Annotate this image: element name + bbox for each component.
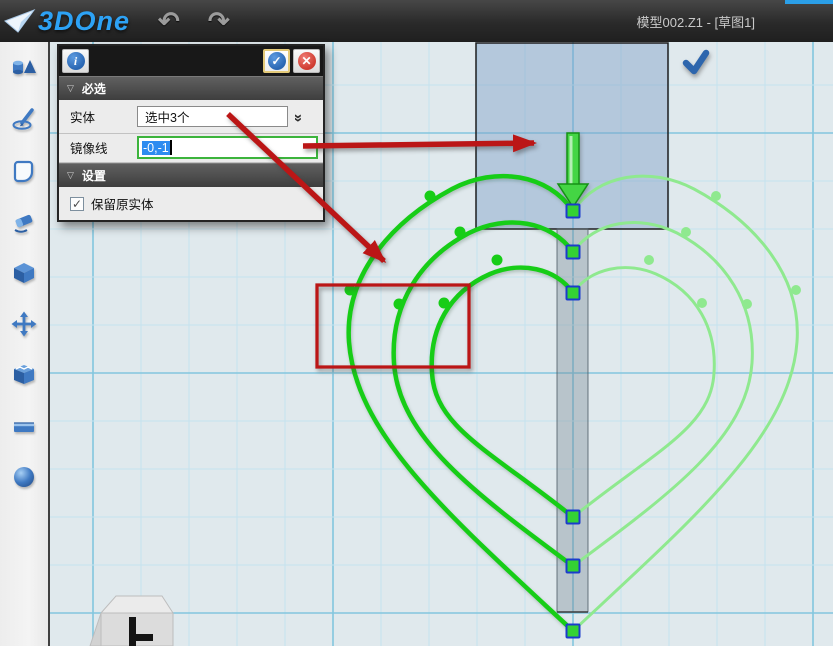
- settings-section-header[interactable]: ▽ 设置: [59, 163, 323, 187]
- mirror-line-input[interactable]: -0,-1: [137, 136, 318, 159]
- solid-primitives-icon: [11, 56, 37, 82]
- vertex-handle[interactable]: [567, 560, 580, 573]
- tray-box-icon: [11, 413, 37, 439]
- curve-point[interactable]: [455, 227, 466, 238]
- entity-label: 实体: [70, 107, 137, 126]
- entity-selection-field[interactable]: 选中3个: [137, 106, 288, 127]
- sidebar-item-feature[interactable]: [7, 258, 41, 288]
- mirror-preview-curves: [573, 176, 797, 631]
- curve-point[interactable]: [492, 255, 503, 266]
- entity-selection-value: 选中3个: [145, 107, 189, 126]
- chevron-double-down-icon[interactable]: »: [290, 113, 307, 118]
- curve-point-mirrored: [791, 285, 801, 295]
- sidebar-item-special-shape[interactable]: [7, 360, 41, 390]
- feature-cube-icon: [11, 260, 37, 286]
- mirror-dialog: i ✓ ✕ ▽ 必选 实体 选中3个 » 镜像线 -0,-1: [57, 44, 325, 222]
- mirror-line-value: -0,-1: [142, 141, 170, 155]
- sidebar-item-eraser[interactable]: [7, 207, 41, 237]
- mirror-line-label: 镜像线: [70, 138, 137, 157]
- curve-point[interactable]: [394, 299, 405, 310]
- special-shape-icon: [11, 362, 37, 388]
- sketch-plane-icon: [11, 158, 37, 184]
- curve-point-mirrored: [697, 298, 707, 308]
- curve-point[interactable]: [425, 191, 436, 202]
- viewcube-face-glyph: [129, 617, 136, 646]
- info-icon: i: [67, 52, 85, 70]
- logo-text: 3DOne: [38, 6, 130, 37]
- viewcube-face-glyph: [129, 634, 153, 641]
- sidebar-item-move[interactable]: [7, 309, 41, 339]
- view-cube-side-face: [90, 613, 101, 646]
- keep-original-label: 保留原实体: [91, 194, 154, 213]
- app-window: 3DOne ↶ ↷ 模型002.Z1 - [草图1]: [0, 0, 833, 646]
- canvas-confirm-check-icon[interactable]: [686, 53, 706, 71]
- vertex-handle[interactable]: [567, 287, 580, 300]
- keep-original-checkbox[interactable]: ✓: [70, 197, 84, 211]
- cancel-button[interactable]: ✕: [293, 49, 320, 73]
- vertex-handle[interactable]: [567, 625, 580, 638]
- selected-curves: [349, 176, 573, 631]
- view-cube-front-face: [101, 613, 173, 646]
- info-button[interactable]: i: [62, 49, 89, 73]
- curve-point[interactable]: [345, 285, 356, 296]
- collapse-triangle-icon: ▽: [67, 170, 74, 181]
- confirm-button[interactable]: ✓: [263, 49, 290, 73]
- curve-point[interactable]: [439, 298, 450, 309]
- curve-point-mirrored: [742, 299, 752, 309]
- sidebar-item-sketch[interactable]: [7, 105, 41, 135]
- collapse-triangle-icon: ▽: [67, 83, 74, 94]
- mirror-line-row: 镜像线 -0,-1: [59, 134, 323, 164]
- text-caret: [170, 140, 172, 155]
- tool-sidebar: [0, 42, 48, 646]
- vertex-handle[interactable]: [567, 205, 580, 218]
- close-icon: ✕: [298, 52, 316, 70]
- curve-point-mirrored: [681, 227, 691, 237]
- move-arrows-icon: [11, 311, 37, 337]
- curve-point-mirrored: [711, 191, 721, 201]
- titlebar: 3DOne ↶ ↷ 模型002.Z1 - [草图1]: [0, 0, 833, 42]
- heart-curve-mirrored: [573, 268, 714, 517]
- heart-curve-selected[interactable]: [432, 268, 573, 517]
- eraser-icon: [11, 209, 37, 235]
- settings-section-label: 设置: [82, 167, 106, 184]
- entity-row: 实体 选中3个 »: [59, 100, 323, 134]
- sidebar-item-render[interactable]: [7, 462, 41, 492]
- view-cube[interactable]: [90, 596, 173, 646]
- heart-curve-mirrored: [573, 176, 797, 631]
- required-section-label: 必选: [82, 80, 106, 97]
- paper-plane-icon: [4, 7, 36, 35]
- heart-curve-mirrored: [573, 222, 752, 566]
- keep-original-row: ✓ 保留原实体: [59, 187, 323, 220]
- undo-icon[interactable]: ↶: [158, 8, 180, 34]
- material-sphere-icon: [11, 464, 37, 490]
- sketch-pencil-icon: [11, 107, 37, 133]
- curve-point-mirrored: [644, 255, 654, 265]
- dialog-toolbar: i ✓ ✕: [59, 46, 323, 76]
- document-title: 模型002.Z1 - [草图1]: [637, 0, 755, 42]
- vertex-handle[interactable]: [567, 246, 580, 259]
- redo-icon[interactable]: ↷: [208, 8, 230, 34]
- sidebar-item-solids[interactable]: [7, 54, 41, 84]
- required-section-header[interactable]: ▽ 必选: [59, 76, 323, 100]
- window-accent-strip: [785, 0, 833, 4]
- sidebar-item-tray[interactable]: [7, 411, 41, 441]
- vertex-handle[interactable]: [567, 511, 580, 524]
- heart-curve-selected[interactable]: [349, 176, 573, 631]
- app-logo: 3DOne: [0, 6, 130, 37]
- confirm-icon: ✓: [268, 52, 286, 70]
- arrow-shaft: [567, 133, 579, 186]
- sidebar-item-plane[interactable]: [7, 156, 41, 186]
- view-cube-top-face: [101, 596, 173, 613]
